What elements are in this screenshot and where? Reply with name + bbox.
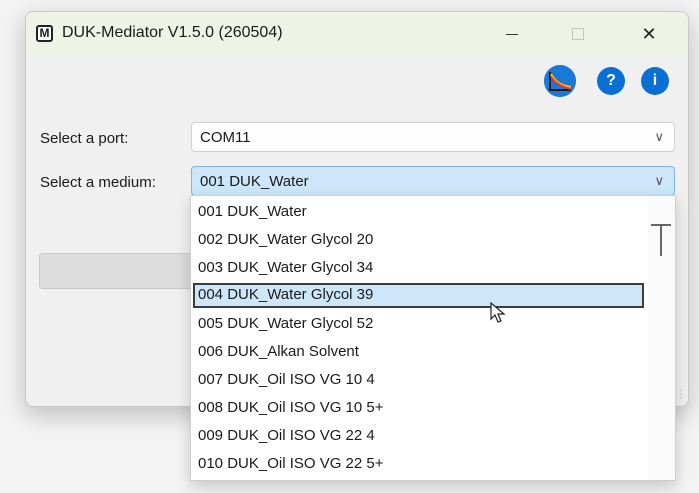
- help-icon: ?: [606, 72, 616, 89]
- dropdown-item[interactable]: 010 DUK_Oil ISO VG 22 5+: [193, 452, 644, 477]
- medium-select[interactable]: 001 DUK_Water ∨: [191, 166, 675, 196]
- window-title: DUK-Mediator V1.5.0 (260504): [62, 24, 283, 41]
- maximize-icon: [572, 28, 584, 40]
- dropdown-item[interactable]: 002 DUK_Water Glycol 20: [193, 228, 644, 253]
- dropdown-item[interactable]: 006 DUK_Alkan Solvent: [193, 340, 644, 365]
- close-icon: ✕: [641, 23, 657, 44]
- dropdown-item[interactable]: 001 DUK_Water: [193, 200, 644, 225]
- minimize-button[interactable]: [489, 12, 535, 56]
- medium-label: Select a medium:: [40, 174, 156, 191]
- info-icon: i: [652, 72, 658, 89]
- port-label: Select a port:: [40, 130, 129, 147]
- info-button[interactable]: i: [641, 67, 669, 95]
- dropdown-item[interactable]: 009 DUK_Oil ISO VG 22 4: [193, 424, 644, 449]
- help-button[interactable]: ?: [597, 67, 625, 95]
- title-bar[interactable]: M DUK-Mediator V1.5.0 (260504) ✕: [26, 12, 688, 56]
- viscosity-chart-icon: [544, 65, 576, 97]
- chevron-down-icon: ∨: [654, 129, 664, 144]
- chart-button[interactable]: [544, 65, 576, 97]
- port-select-value: COM11: [200, 129, 251, 146]
- chevron-down-icon: ∨: [654, 173, 664, 188]
- dropdown-item[interactable]: 008 DUK_Oil ISO VG 10 5+: [193, 396, 644, 421]
- port-select[interactable]: COM11 ∨: [191, 122, 675, 152]
- close-button[interactable]: ✕: [626, 12, 672, 56]
- dropdown-item[interactable]: 003 DUK_Water Glycol 34: [193, 256, 644, 281]
- dropdown-item[interactable]: 007 DUK_Oil ISO VG 10 4: [193, 368, 644, 393]
- app-icon: M: [36, 25, 53, 42]
- mouse-cursor-icon: [490, 302, 506, 323]
- dropdown-item-hovered[interactable]: 004 DUK_Water Glycol 39: [193, 283, 644, 308]
- maximize-button: [555, 12, 601, 56]
- resize-grip-icon[interactable]: ⋮: [676, 389, 686, 400]
- dropdown-scrollbar[interactable]: [648, 196, 675, 480]
- medium-dropdown-list[interactable]: 001 DUK_Water 002 DUK_Water Glycol 20 00…: [190, 195, 676, 481]
- action-button[interactable]: [39, 253, 199, 289]
- scrollbar-thumb[interactable]: [660, 226, 662, 256]
- medium-select-value: 001 DUK_Water: [200, 173, 309, 190]
- dropdown-item[interactable]: 005 DUK_Water Glycol 52: [193, 312, 644, 337]
- minimize-icon: [506, 33, 518, 35]
